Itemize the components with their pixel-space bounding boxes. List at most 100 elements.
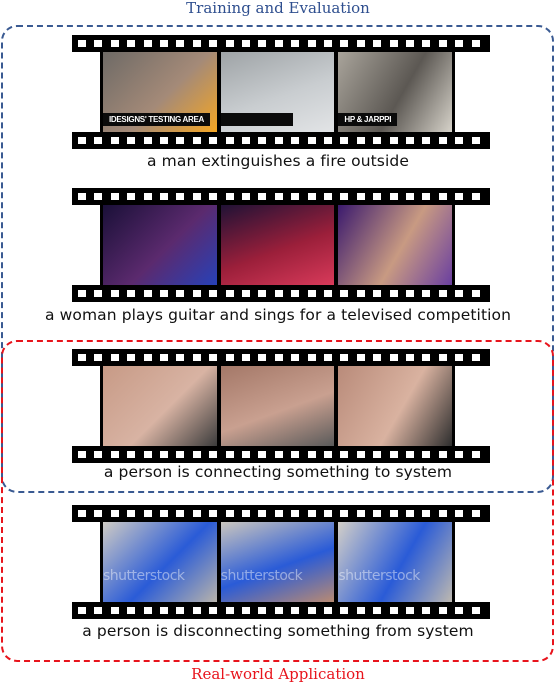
sprocket-hole [307, 137, 316, 144]
sprocket-hole [225, 607, 234, 614]
sprocket-hole [176, 137, 185, 144]
sprocket-hole [406, 290, 414, 297]
sprocket-hole [274, 193, 283, 200]
sprocket-hole [307, 290, 316, 297]
sprocket-hole [340, 354, 349, 361]
sprocket-hole [356, 607, 365, 614]
sprocket-hole [438, 290, 447, 297]
frame-row: IDESIGNS' TESTING AREA HP & JARPPI [100, 52, 455, 132]
frame-overlay-tag [220, 113, 293, 126]
video-frame: shutterstock [338, 522, 453, 602]
sprocket-hole [307, 607, 316, 614]
sprocket-hole [422, 290, 431, 297]
real-world-application-label: Real-world Application [191, 665, 365, 683]
sprocket-hole [307, 354, 316, 361]
sprocket-hole [192, 451, 201, 458]
sprocket-hole [176, 607, 185, 614]
sprocket-hole [373, 137, 382, 144]
sprocket-hole [406, 451, 414, 458]
sprocket-hole [422, 354, 431, 361]
sprocket-hole [422, 510, 431, 517]
sprocket-hole [225, 510, 234, 517]
sprocket-hole [422, 137, 431, 144]
sprocket-hole [471, 510, 480, 517]
sprocket-hole [78, 451, 86, 458]
strip-caption: a person is connecting something to syst… [103, 463, 453, 481]
sprocket-hole [192, 607, 201, 614]
sprocket-hole [78, 193, 86, 200]
watermark: shutterstock [220, 568, 303, 584]
sprocket-hole [406, 607, 414, 614]
sprocket-hole [455, 290, 464, 297]
sprocket-hole [160, 137, 168, 144]
video-frame: shutterstock [103, 522, 217, 602]
sprocket-hole [127, 510, 136, 517]
strip-caption: a person is disconnecting something from… [82, 622, 474, 640]
sprocket-hole [422, 40, 431, 47]
film-strip [72, 188, 490, 302]
sprocket-hole [160, 193, 168, 200]
sprocket-hole [94, 354, 103, 361]
sprocket-hole [242, 354, 250, 361]
sprocket-hole [258, 290, 267, 297]
sprocket-hole [242, 137, 250, 144]
sprocket-hole [324, 137, 332, 144]
sprocket-hole [274, 137, 283, 144]
frame-row [100, 366, 455, 446]
sprocket-hole [356, 510, 365, 517]
sprocket-hole [127, 290, 136, 297]
sprocket-hole [471, 451, 480, 458]
sprocket-hole [471, 607, 480, 614]
sprocket-hole [422, 193, 431, 200]
sprocket-hole [160, 607, 168, 614]
sprocket-hole [94, 290, 103, 297]
sprocket-hole [209, 451, 218, 458]
sprocket-hole [438, 40, 447, 47]
sprocket-hole [307, 451, 316, 458]
sprocket-hole [340, 40, 349, 47]
video-frame: shutterstock [220, 522, 335, 602]
sprocket-hole [110, 607, 119, 614]
film-strip: IDESIGNS' TESTING AREA HP & JARPPI [72, 35, 490, 149]
frame-row: shutterstock shutterstock shutterstock [100, 522, 455, 602]
sprocket-hole [438, 354, 447, 361]
sprocket-hole [192, 40, 201, 47]
sprocket-hole [176, 290, 185, 297]
sprocket-hole [110, 354, 119, 361]
sprocket-hole [455, 451, 464, 458]
sprocket-hole [143, 510, 152, 517]
sprocket-hole [127, 193, 136, 200]
sprocket-hole [438, 451, 447, 458]
video-frame [338, 366, 453, 446]
sprocket-hole [225, 354, 234, 361]
sprocket-hole [373, 290, 382, 297]
sprocket-bar-bottom [72, 132, 490, 149]
sprocket-hole [307, 40, 316, 47]
sprocket-hole [455, 607, 464, 614]
sprocket-hole [78, 510, 86, 517]
sprocket-hole [422, 451, 431, 458]
sprocket-hole [356, 354, 365, 361]
sprocket-hole [160, 451, 168, 458]
sprocket-hole [143, 607, 152, 614]
sprocket-hole [192, 137, 201, 144]
video-frame: HP & JARPPI [338, 52, 453, 132]
sprocket-hole [78, 137, 86, 144]
sprocket-hole [340, 137, 349, 144]
sprocket-hole [455, 193, 464, 200]
sprocket-hole [258, 354, 267, 361]
sprocket-hole [94, 193, 103, 200]
sprocket-hole [110, 40, 119, 47]
sprocket-hole [127, 137, 136, 144]
sprocket-hole [209, 40, 218, 47]
frame-overlay-tag: IDESIGNS' TESTING AREA [103, 113, 211, 126]
sprocket-bar-bottom [72, 602, 490, 619]
sprocket-hole [455, 40, 464, 47]
sprocket-hole [373, 193, 382, 200]
sprocket-hole [389, 137, 398, 144]
sprocket-hole [225, 137, 234, 144]
sprocket-hole [176, 193, 185, 200]
sprocket-hole [110, 193, 119, 200]
sprocket-hole [406, 137, 414, 144]
sprocket-hole [340, 193, 349, 200]
